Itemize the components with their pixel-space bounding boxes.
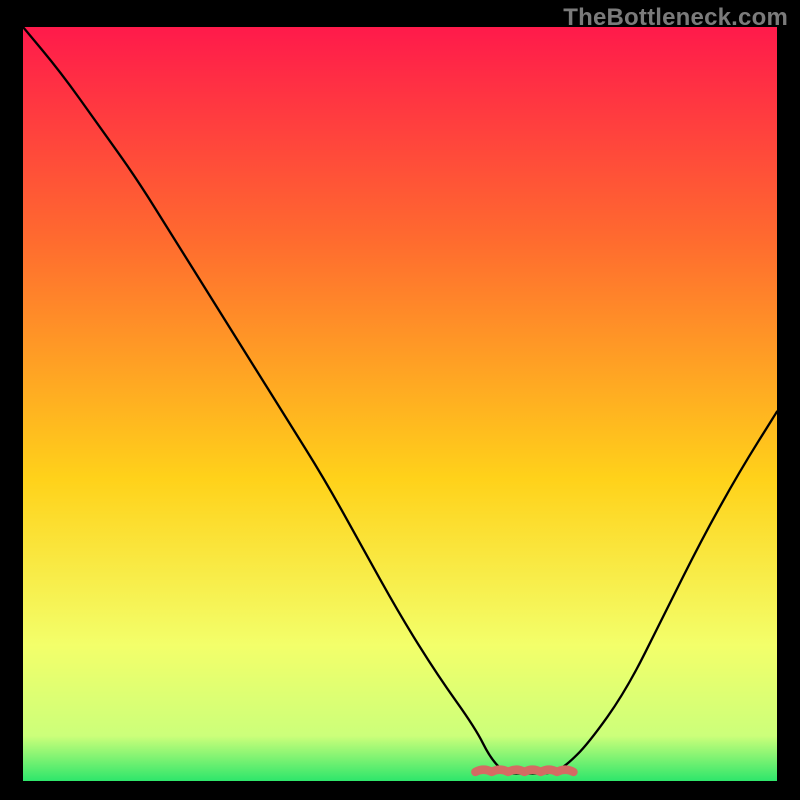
optimal-zone-marker xyxy=(475,770,573,772)
chart-frame: TheBottleneck.com xyxy=(0,0,800,800)
heatmap-background xyxy=(23,27,777,781)
bottleneck-chart xyxy=(23,27,777,781)
